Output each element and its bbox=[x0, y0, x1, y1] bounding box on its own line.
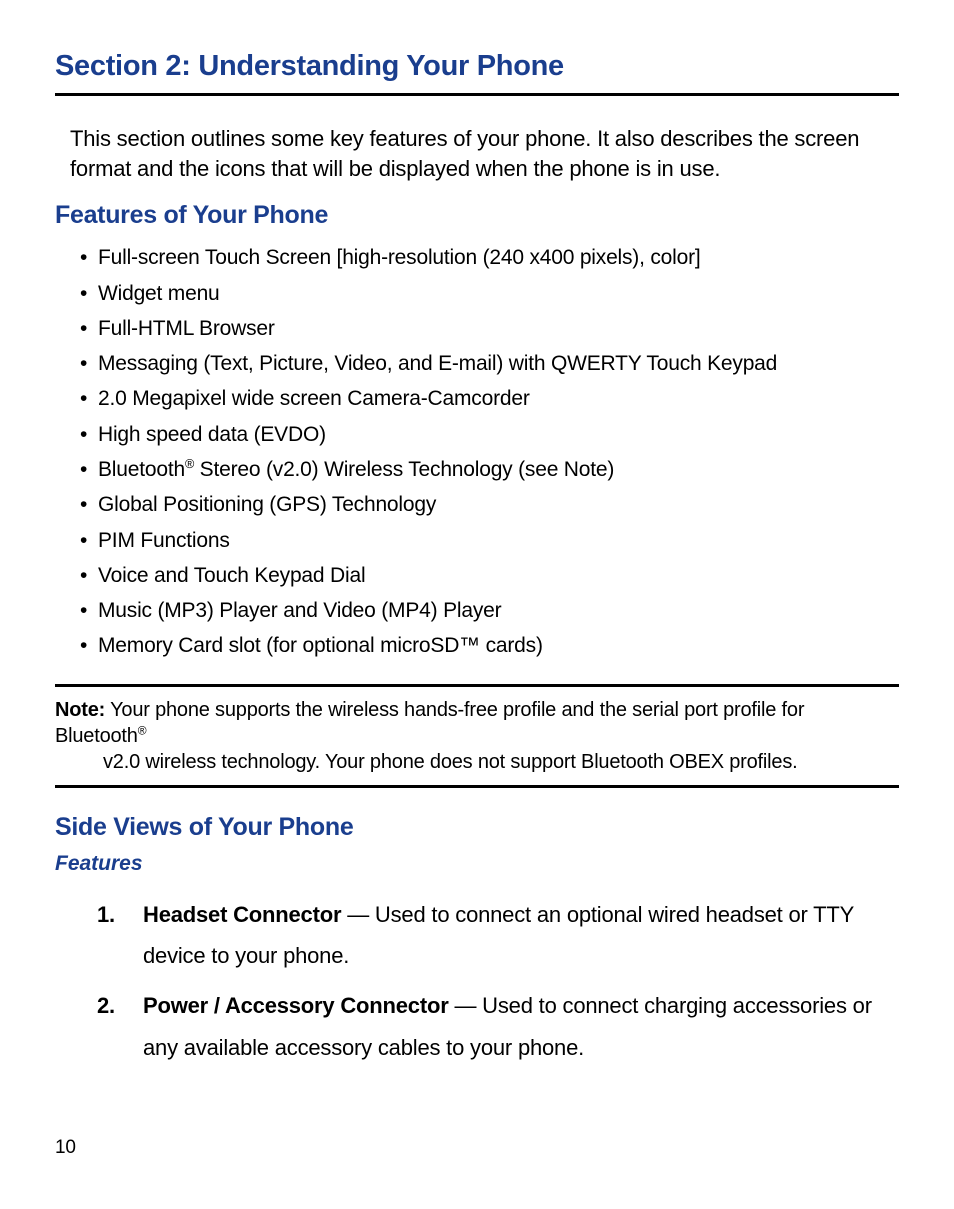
item-title: Power / Accessory Connector bbox=[143, 993, 449, 1018]
list-item: Full-screen Touch Screen [high-resolutio… bbox=[80, 240, 899, 275]
list-item: 2.0 Megapixel wide screen Camera-Camcord… bbox=[80, 381, 899, 416]
note-label: Note: bbox=[55, 699, 105, 721]
features-heading: Features of Your Phone bbox=[55, 201, 899, 230]
list-item: Messaging (Text, Picture, Video, and E-m… bbox=[80, 346, 899, 381]
list-item: High speed data (EVDO) bbox=[80, 417, 899, 452]
bluetooth-text-post: Stereo (v2.0) Wireless Technology (see N… bbox=[194, 458, 614, 481]
note-line-1: Note: Your phone supports the wireless h… bbox=[55, 697, 899, 749]
note-divider-bottom bbox=[55, 785, 899, 788]
numbered-list: 1. Headset Connector — Used to connect a… bbox=[97, 894, 899, 1069]
list-number: 1. bbox=[97, 894, 143, 978]
list-item: Music (MP3) Player and Video (MP4) Playe… bbox=[80, 593, 899, 628]
list-item: Full-HTML Browser bbox=[80, 311, 899, 346]
list-item: Memory Card slot (for optional microSD™ … bbox=[80, 628, 899, 663]
list-item: Widget menu bbox=[80, 276, 899, 311]
title-divider bbox=[55, 93, 899, 96]
numbered-item: 2. Power / Accessory Connector — Used to… bbox=[97, 985, 899, 1069]
item-title: Headset Connector bbox=[143, 902, 341, 927]
list-item: Global Positioning (GPS) Technology bbox=[80, 487, 899, 522]
side-views-heading: Side Views of Your Phone bbox=[55, 813, 899, 842]
list-item: Voice and Touch Keypad Dial bbox=[80, 558, 899, 593]
note-text-pre: Your phone supports the wireless hands-f… bbox=[55, 699, 804, 747]
note-line-2: v2.0 wireless technology. Your phone doe… bbox=[55, 749, 899, 775]
list-item: Bluetooth® Stereo (v2.0) Wireless Techno… bbox=[80, 452, 899, 487]
page-number: 10 bbox=[55, 1137, 899, 1159]
feature-list: Full-screen Touch Screen [high-resolutio… bbox=[80, 240, 899, 663]
list-item: PIM Functions bbox=[80, 523, 899, 558]
note-block: Note: Your phone supports the wireless h… bbox=[55, 687, 899, 785]
list-number: 2. bbox=[97, 985, 143, 1069]
features-subheading: Features bbox=[55, 852, 899, 876]
registered-mark: ® bbox=[138, 723, 147, 737]
numbered-content: Power / Accessory Connector — Used to co… bbox=[143, 985, 899, 1069]
section-title: Section 2: Understanding Your Phone bbox=[55, 50, 899, 83]
numbered-content: Headset Connector — Used to connect an o… bbox=[143, 894, 899, 978]
bluetooth-text-pre: Bluetooth bbox=[98, 458, 185, 481]
intro-paragraph: This section outlines some key features … bbox=[70, 124, 899, 183]
numbered-item: 1. Headset Connector — Used to connect a… bbox=[97, 894, 899, 978]
registered-mark: ® bbox=[185, 457, 194, 471]
